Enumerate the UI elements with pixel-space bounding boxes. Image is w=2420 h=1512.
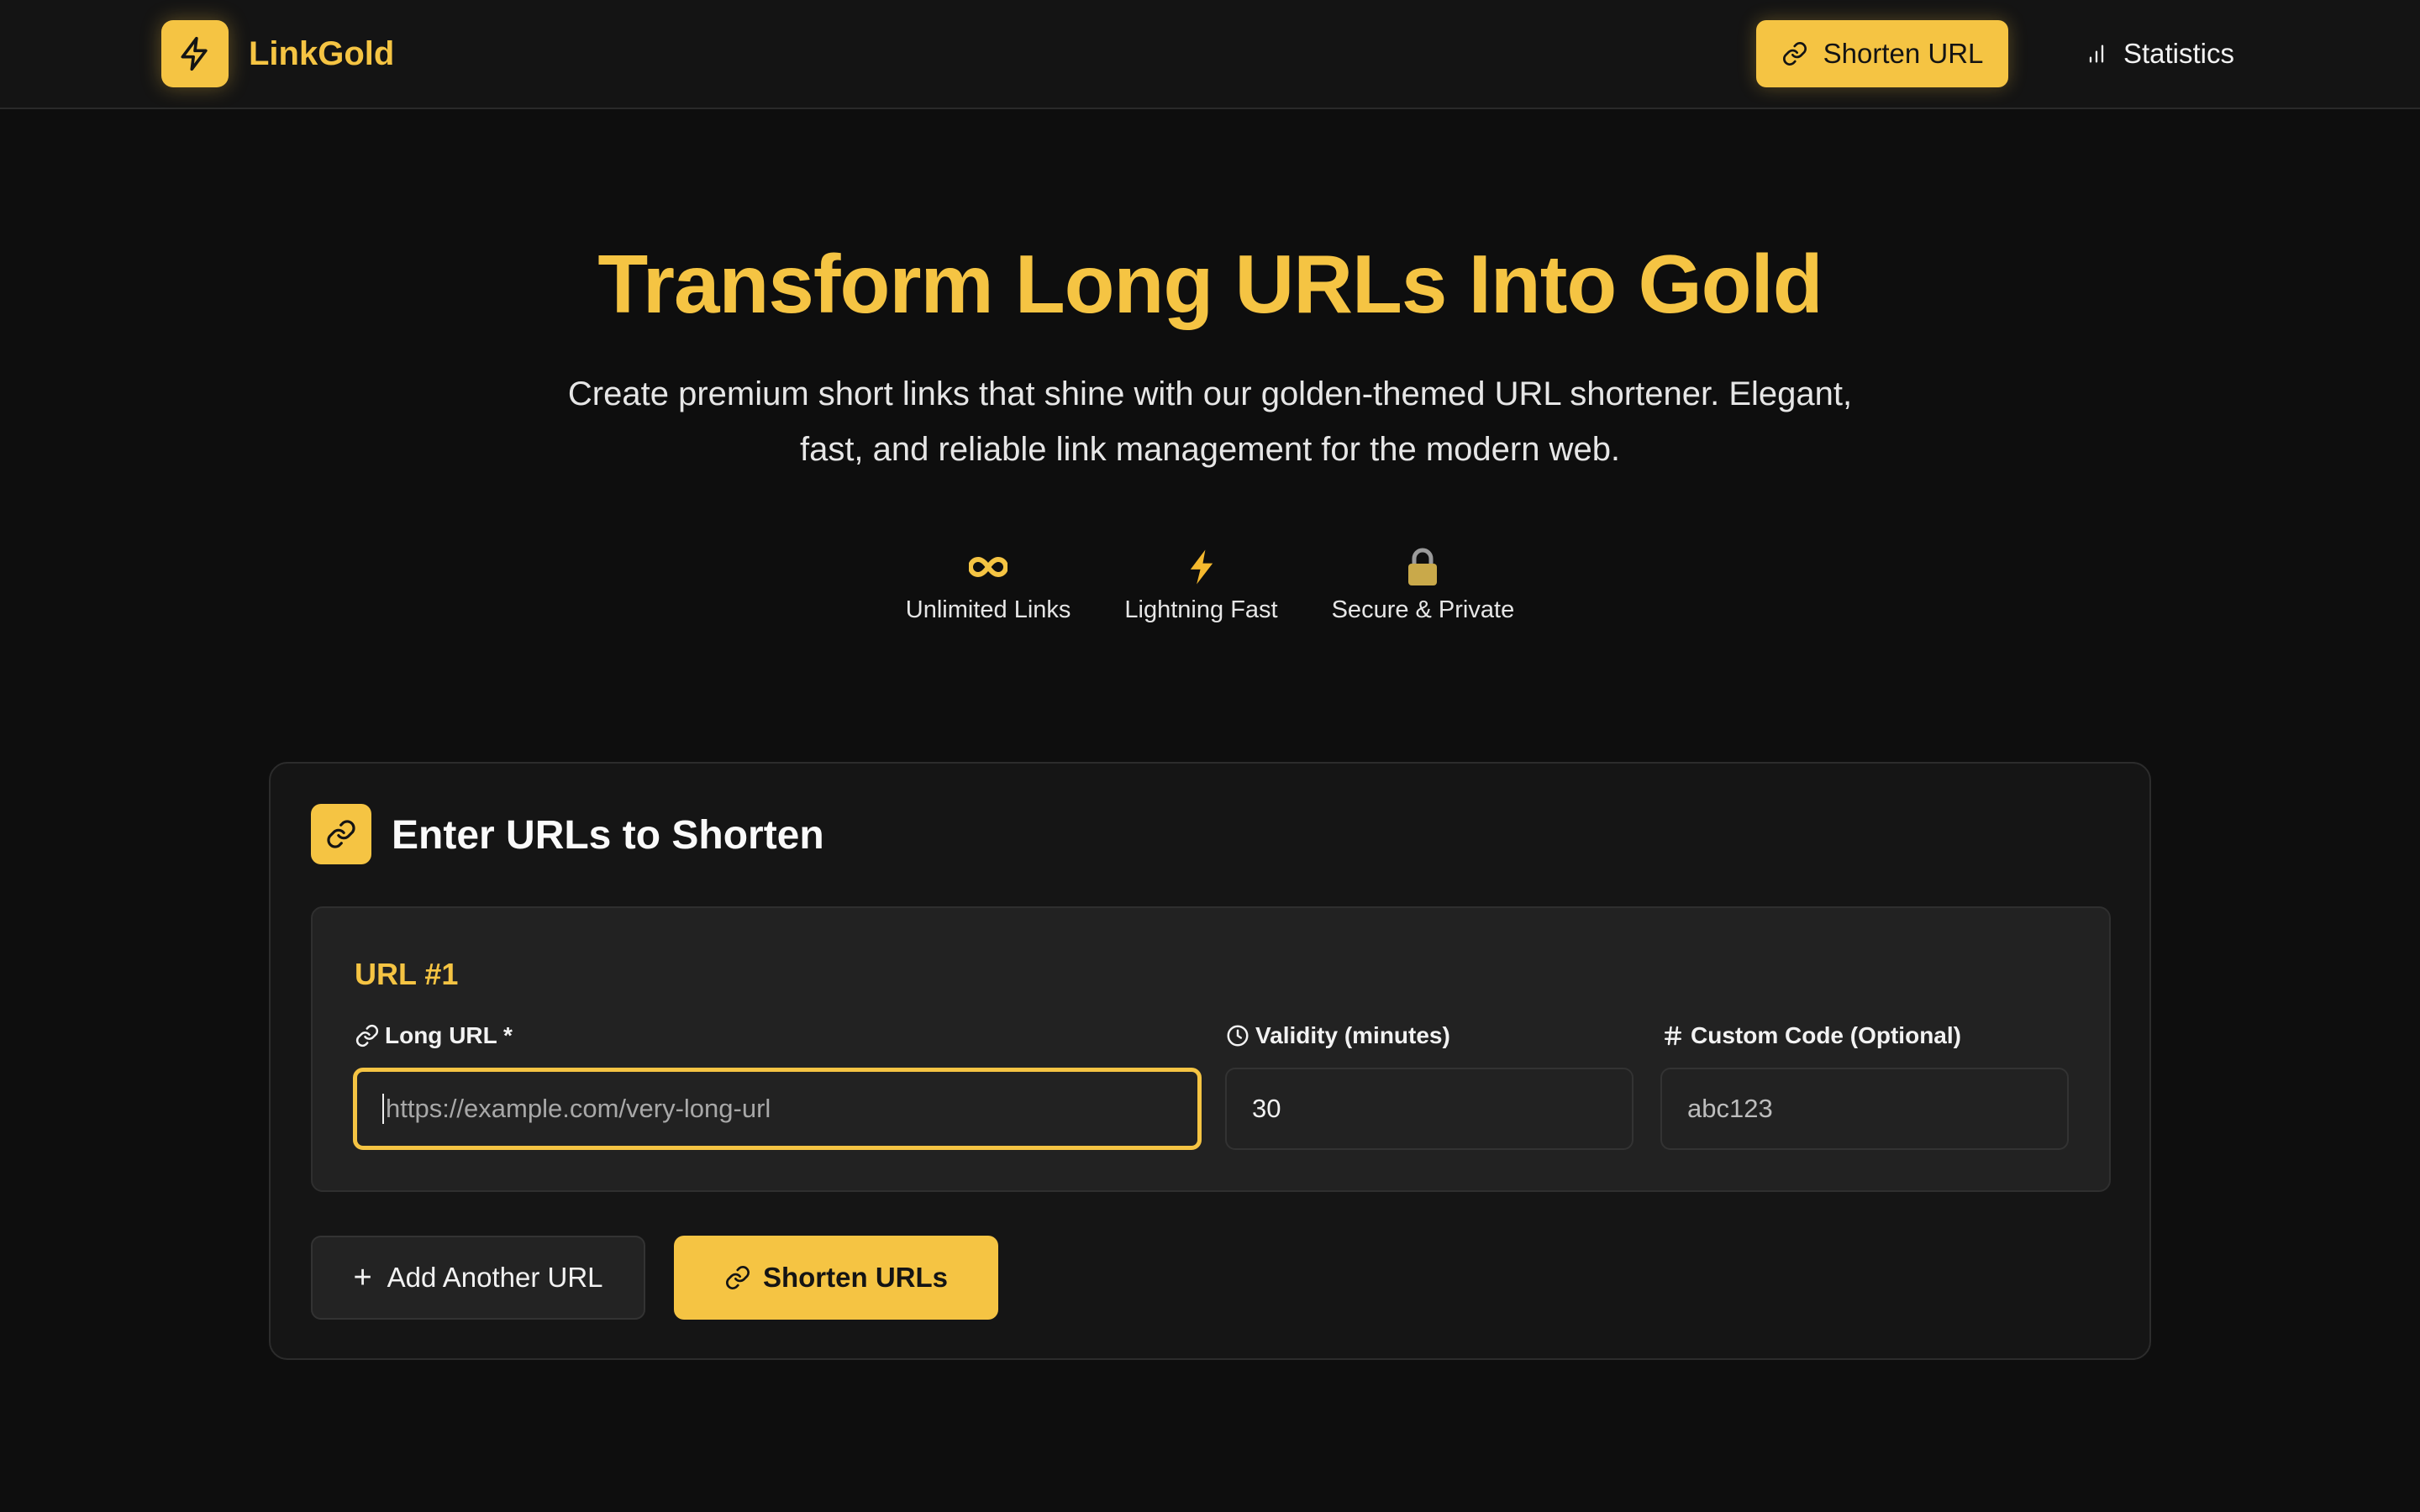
feature-list: Unlimited Links Lightning Fast Secure & … xyxy=(0,546,2420,624)
lock-icon xyxy=(1406,546,1439,588)
custom-code-label: Custom Code (Optional) xyxy=(1660,1022,1961,1049)
feature-secure-private: Secure & Private xyxy=(1331,546,1515,624)
validity-label: Validity (minutes) xyxy=(1225,1022,1450,1049)
add-another-url-label: Add Another URL xyxy=(387,1262,603,1293)
text-caret xyxy=(382,1094,384,1124)
long-url-placeholder: https://example.com/very-long-url xyxy=(386,1094,771,1123)
link-icon xyxy=(725,1266,750,1289)
feature-lightning-fast: Lightning Fast xyxy=(1124,546,1278,624)
long-url-label: Long URL * xyxy=(355,1022,513,1049)
link-icon xyxy=(1782,42,1807,66)
plus-icon: + xyxy=(353,1259,372,1295)
url-entry-heading: URL #1 xyxy=(355,957,459,991)
shorten-urls-button[interactable]: Shorten URLs xyxy=(674,1236,998,1320)
validity-input[interactable]: 30 xyxy=(1225,1068,1634,1150)
hash-icon xyxy=(1665,1026,1681,1046)
nav-shorten-url-button[interactable]: Shorten URL xyxy=(1756,20,2008,87)
form-title: Enter URLs to Shorten xyxy=(392,813,824,858)
feature-label: Unlimited Links xyxy=(905,596,1071,623)
feature-unlimited-links: Unlimited Links xyxy=(906,546,1071,624)
shorten-form-card: Enter URLs to Shorten URL #1 Long URL * … xyxy=(269,762,2151,1360)
url-entry: URL #1 Long URL * https://example.com/ve… xyxy=(311,906,2111,1192)
nav-statistics-button[interactable]: Statistics xyxy=(2067,20,2252,87)
brand-name: LinkGold xyxy=(249,34,395,72)
link-icon xyxy=(311,804,371,864)
nav-shorten-label: Shorten URL xyxy=(1823,38,1984,69)
nav-statistics-label: Statistics xyxy=(2123,38,2235,69)
shorten-urls-label: Shorten URLs xyxy=(762,1262,948,1293)
feature-label: Lightning Fast xyxy=(1124,596,1278,623)
hero-title: Transform Long URLs Into Gold xyxy=(597,238,1823,330)
bar-chart-icon xyxy=(2089,45,2104,63)
add-another-url-button[interactable]: + Add Another URL xyxy=(311,1236,645,1320)
custom-code-input[interactable]: abc123 xyxy=(1660,1068,2069,1150)
validity-value: 30 xyxy=(1252,1094,1281,1123)
custom-code-placeholder: abc123 xyxy=(1687,1094,1773,1123)
long-url-input[interactable]: https://example.com/very-long-url xyxy=(353,1068,1202,1150)
feature-label: Secure & Private xyxy=(1331,596,1515,623)
clock-icon xyxy=(1227,1025,1249,1047)
lightning-icon xyxy=(1186,546,1217,588)
hero-subtitle: Create premium short links that shine wi… xyxy=(567,375,1853,468)
infinity-icon xyxy=(969,546,1008,588)
lightning-logo-icon xyxy=(161,20,229,87)
link-icon xyxy=(355,1024,379,1047)
brand[interactable]: LinkGold xyxy=(161,20,394,87)
top-navbar: LinkGold Shorten URL Statistics xyxy=(0,0,2420,109)
